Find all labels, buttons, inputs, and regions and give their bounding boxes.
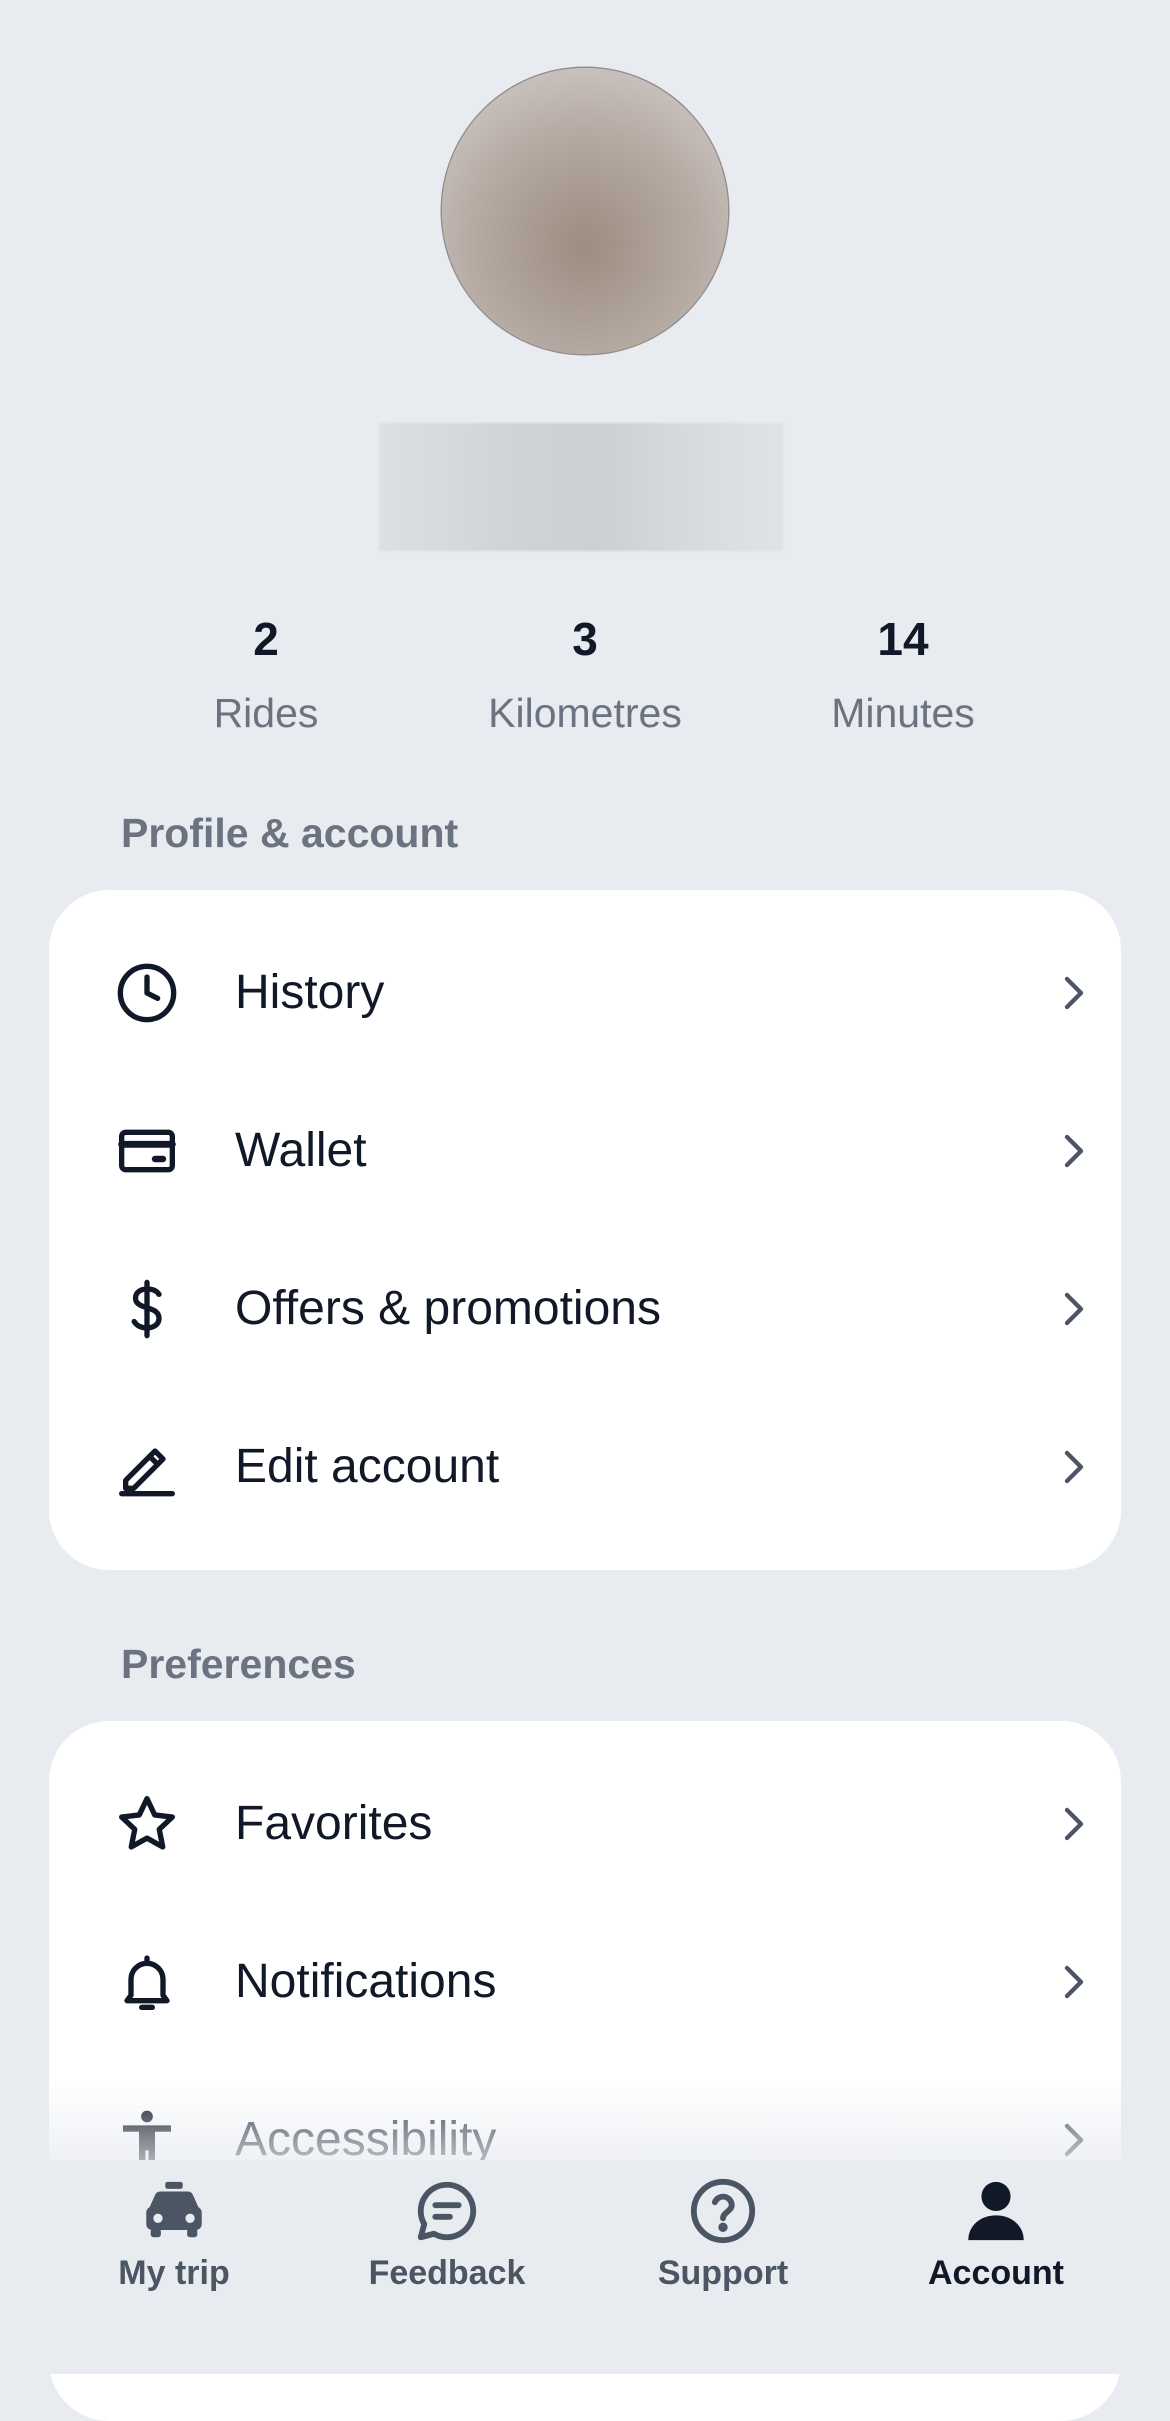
stat-value: 2 (253, 613, 279, 665)
user-name-redacted (379, 423, 783, 551)
stat-kilometres: 3 Kilometres (455, 600, 715, 737)
section-title-preferences: Preferences (121, 1641, 356, 1687)
profile-account-card: History Wallet Offers & promotions Edit … (49, 890, 1121, 1570)
stat-value: 3 (572, 613, 598, 665)
chevron-right-icon (1064, 2123, 1084, 2157)
question-circle-icon (690, 2178, 756, 2244)
menu-item-favorites[interactable]: Favorites (49, 1745, 1121, 1903)
person-icon (968, 2181, 1024, 2241)
menu-item-label: Offers & promotions (235, 1282, 661, 1335)
chevron-right-icon (1064, 1134, 1084, 1168)
menu-item-history[interactable]: History (49, 914, 1121, 1072)
menu-item-label: Wallet (235, 1124, 367, 1177)
chevron-right-icon (1064, 976, 1084, 1010)
menu-item-label: Favorites (235, 1797, 433, 1850)
chevron-right-icon (1064, 1292, 1084, 1326)
stat-label: Kilometres (488, 690, 682, 736)
car-icon (146, 2181, 202, 2238)
menu-item-offers[interactable]: Offers & promotions (49, 1230, 1121, 1388)
tab-label: Feedback (368, 2254, 526, 2292)
bell-icon (124, 1955, 170, 2010)
menu-item-notifications[interactable]: Notifications (49, 1903, 1121, 2061)
star-icon (119, 1796, 175, 1850)
dollar-icon (131, 1279, 162, 1339)
tab-feedback[interactable]: Feedback (327, 2176, 567, 2316)
stat-minutes: 14 Minutes (773, 600, 1033, 737)
menu-item-label: Notifications (235, 1955, 497, 2008)
menu-item-wallet[interactable]: Wallet (49, 1072, 1121, 1230)
profile-avatar[interactable] (442, 68, 728, 354)
pencil-icon (119, 1448, 175, 1497)
stat-label: Rides (213, 690, 319, 736)
menu-item-label: History (235, 966, 385, 1019)
chevron-right-icon (1064, 1965, 1084, 1999)
stat-label: Minutes (831, 690, 975, 736)
tab-support[interactable]: Support (603, 2176, 843, 2316)
chat-bubble-icon (417, 2181, 477, 2241)
tab-account[interactable]: Account (876, 2176, 1116, 2316)
bottom-tab-bar: My trip Feedback Support Account (0, 2160, 1170, 2374)
chevron-right-icon (1064, 1450, 1084, 1484)
chevron-right-icon (1064, 1807, 1084, 1841)
menu-item-label: Edit account (235, 1440, 500, 1493)
tab-my-trip[interactable]: My trip (54, 2176, 294, 2316)
stat-value: 14 (877, 613, 929, 665)
clock-icon (117, 963, 177, 1023)
credit-card-icon (118, 1129, 176, 1173)
tab-label: Account (928, 2254, 1064, 2292)
stat-rides: 2 Rides (136, 600, 396, 737)
tab-label: My trip (118, 2254, 230, 2292)
section-title-profile: Profile & account (121, 810, 459, 856)
menu-item-edit-account[interactable]: Edit account (49, 1388, 1121, 1546)
ride-stats: 2 Rides 3 Kilometres 14 Minutes (0, 600, 1170, 740)
tab-label: Support (657, 2254, 789, 2292)
